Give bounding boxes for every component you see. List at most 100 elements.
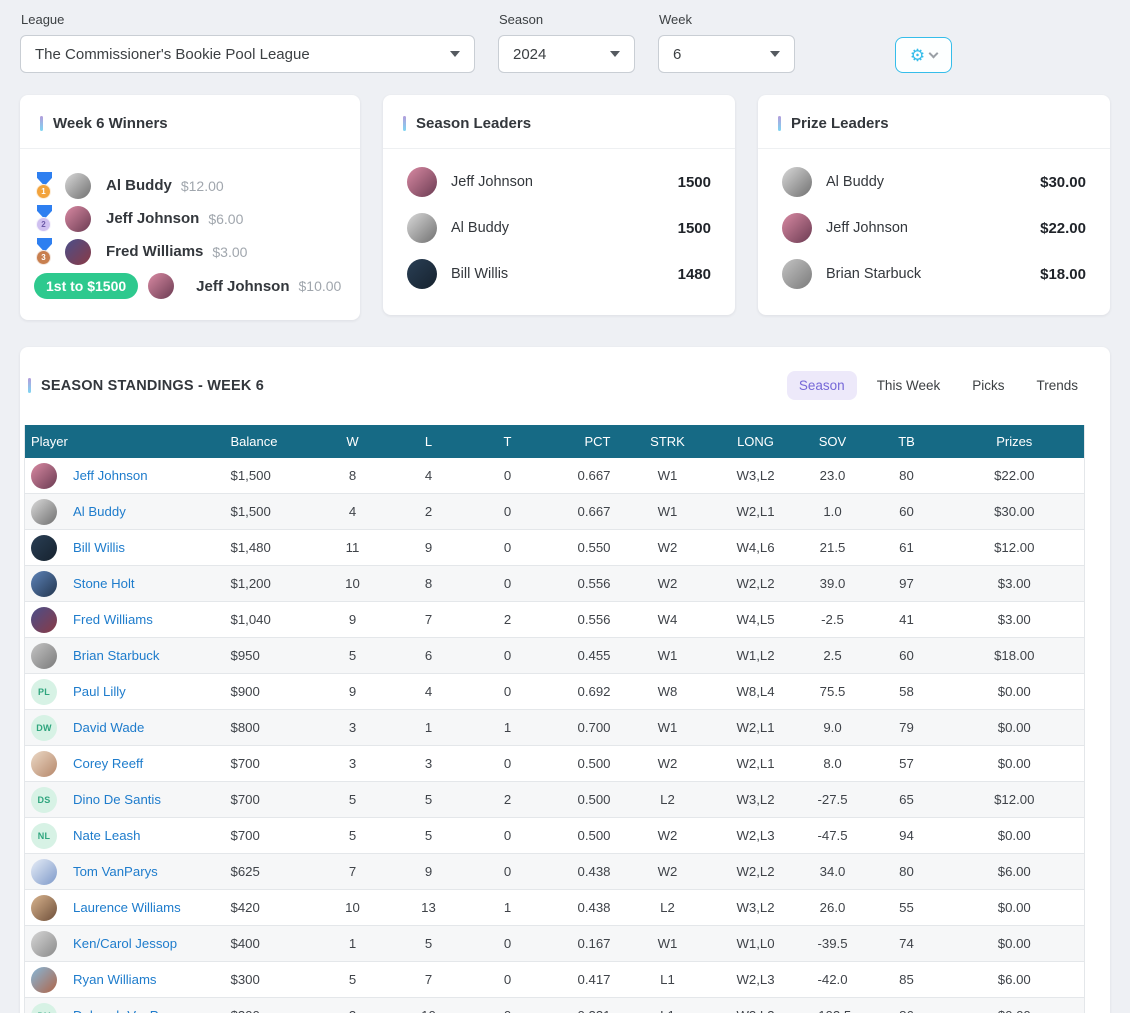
winner-amount: $12.00 [181,178,224,194]
table-row: Corey Reeff $700330 0.500W2W2,L18.0 57$0… [25,746,1085,782]
table-row: PL Paul Lilly $900940 0.692W8W8,L475.5 5… [25,674,1085,710]
avatar [31,499,57,525]
table-row: Tom VanParys $625790 0.438W2W2,L234.0 80… [25,854,1085,890]
leader-name: Bill Willis [451,266,508,282]
prize-leaders-title: Prize Leaders [791,115,889,132]
standings-tab[interactable]: This Week [865,371,953,400]
accent-bar [403,116,406,131]
leader-name: Jeff Johnson [451,174,533,190]
player-link[interactable]: Paul Lilly [73,684,126,699]
leader-name: Jeff Johnson [826,220,908,236]
standings-tab[interactable]: Picks [960,371,1016,400]
week-winners-card: Week 6 Winners 1 Al Buddy $12.00 2 Jeff … [20,95,360,320]
accent-bar [778,116,781,131]
column-header: TB [869,425,945,458]
table-row: Laurence Williams $42010131 0.438L2W3,L2… [25,890,1085,926]
player-link[interactable]: David Wade [73,720,144,735]
prize-leaders-card: Prize Leaders Al Buddy $30.00 Jeff Johns… [758,95,1110,315]
table-row: Brian Starbuck $950560 0.455W1W1,L22.5 6… [25,638,1085,674]
table-row: Jeff Johnson $1,500840 0.667W1W3,L223.0 … [25,458,1085,494]
leader-row: Jeff Johnson $22.00 [782,205,1086,251]
leader-value: $18.00 [1040,266,1086,283]
season-leaders-header: Season Leaders [383,95,735,149]
winner-row: 3 Fred Williams $3.00 [34,235,342,268]
player-link[interactable]: Brian Starbuck [73,648,160,663]
leader-value: $30.00 [1040,174,1086,191]
accent-bar [28,378,31,393]
player-link[interactable]: Deborah VanParys [73,1008,183,1013]
winner-row: 2 Jeff Johnson $6.00 [34,202,342,235]
standings-tab[interactable]: Trends [1024,371,1090,400]
league-select[interactable]: The Commissioner's Bookie Pool League [20,35,475,73]
avatar [31,463,57,489]
standings-card: SEASON STANDINGS - WEEK 6 SeasonThis Wee… [20,347,1110,1013]
player-link[interactable]: Ryan Williams [73,972,157,987]
column-header: Prizes [945,425,1085,458]
player-link[interactable]: Jeff Johnson [73,468,148,483]
special-winner-row: 1st to $1500 Jeff Johnson $10.00 [34,269,342,303]
winner-row: 1 Al Buddy $12.00 [34,169,342,202]
standings-table: PlayerBalanceWLTPCTSTRKLONGSOVTBPrizes J… [24,425,1085,1013]
avatar [31,535,57,561]
column-header: LONG [715,425,797,458]
table-row: Al Buddy $1,500420 0.667W1W2,L11.0 60$30… [25,494,1085,530]
season-select[interactable]: 2024 [498,35,635,73]
leader-value: 1500 [678,220,711,237]
prize-leaders-header: Prize Leaders [758,95,1110,149]
table-row: Bill Willis $1,4801190 0.550W2W4,L621.5 … [25,530,1085,566]
avatar [31,643,57,669]
leader-name: Al Buddy [826,174,884,190]
column-header: Player [25,425,225,458]
table-row: DV Deborah VanParys $3003100 0.231L1W2,L… [25,998,1085,1013]
player-link[interactable]: Ken/Carol Jessop [73,936,177,951]
player-link[interactable]: Dino De Santis [73,792,161,807]
medal-rank: 1 [36,184,51,199]
player-link[interactable]: Stone Holt [73,576,135,591]
avatar [31,895,57,921]
caret-down-icon [450,51,460,57]
avatar: DS [31,787,57,813]
week-select[interactable]: 6 [658,35,795,73]
week-select-value: 6 [673,46,681,63]
table-row: Stone Holt $1,2001080 0.556W2W2,L239.0 9… [25,566,1085,602]
avatar [407,167,437,197]
season-field: Season 2024 [498,10,635,73]
player-link[interactable]: Fred Williams [73,612,153,627]
player-link[interactable]: Corey Reeff [73,756,143,771]
league-field: League The Commissioner's Bookie Pool Le… [20,10,475,73]
player-link[interactable]: Al Buddy [73,504,126,519]
avatar: DW [31,715,57,741]
table-row: Fred Williams $1,040972 0.556W4W4,L5-2.5… [25,602,1085,638]
column-header: T [469,425,547,458]
winner-amount: $10.00 [299,278,342,294]
avatar [782,259,812,289]
winner-amount: $3.00 [212,244,247,260]
table-row: Ken/Carol Jessop $400150 0.167W1W1,L0-39… [25,926,1085,962]
medal-icon: 3 [34,238,56,265]
medal-icon: 1 [34,172,56,199]
filter-bar: League The Commissioner's Bookie Pool Le… [0,0,1130,73]
table-row: Ryan Williams $300570 0.417L1W2,L3-42.0 … [25,962,1085,998]
avatar [31,967,57,993]
season-leaders-list: Jeff Johnson 1500 Al Buddy 1500 Bill Wil… [383,149,735,297]
leader-row: Jeff Johnson 1500 [407,159,711,205]
column-header: Balance [225,425,317,458]
table-row: DS Dino De Santis $700552 0.500L2W3,L2-2… [25,782,1085,818]
player-link[interactable]: Bill Willis [73,540,125,555]
avatar [148,273,174,299]
column-header: STRK [621,425,715,458]
avatar [65,173,91,199]
standings-tab[interactable]: Season [787,371,857,400]
player-link[interactable]: Tom VanParys [73,864,158,879]
player-link[interactable]: Nate Leash [73,828,140,843]
avatar: DV [31,1003,57,1013]
medal-icon: 2 [34,205,56,232]
leader-value: 1480 [678,266,711,283]
summary-cards: Week 6 Winners 1 Al Buddy $12.00 2 Jeff … [20,95,1110,320]
settings-button[interactable]: ⚙ [895,37,952,73]
week-field: Week 6 [658,10,795,73]
week-label: Week [659,12,795,27]
player-link[interactable]: Laurence Williams [73,900,181,915]
chevron-down-icon [929,49,939,59]
leader-row: Al Buddy 1500 [407,205,711,251]
